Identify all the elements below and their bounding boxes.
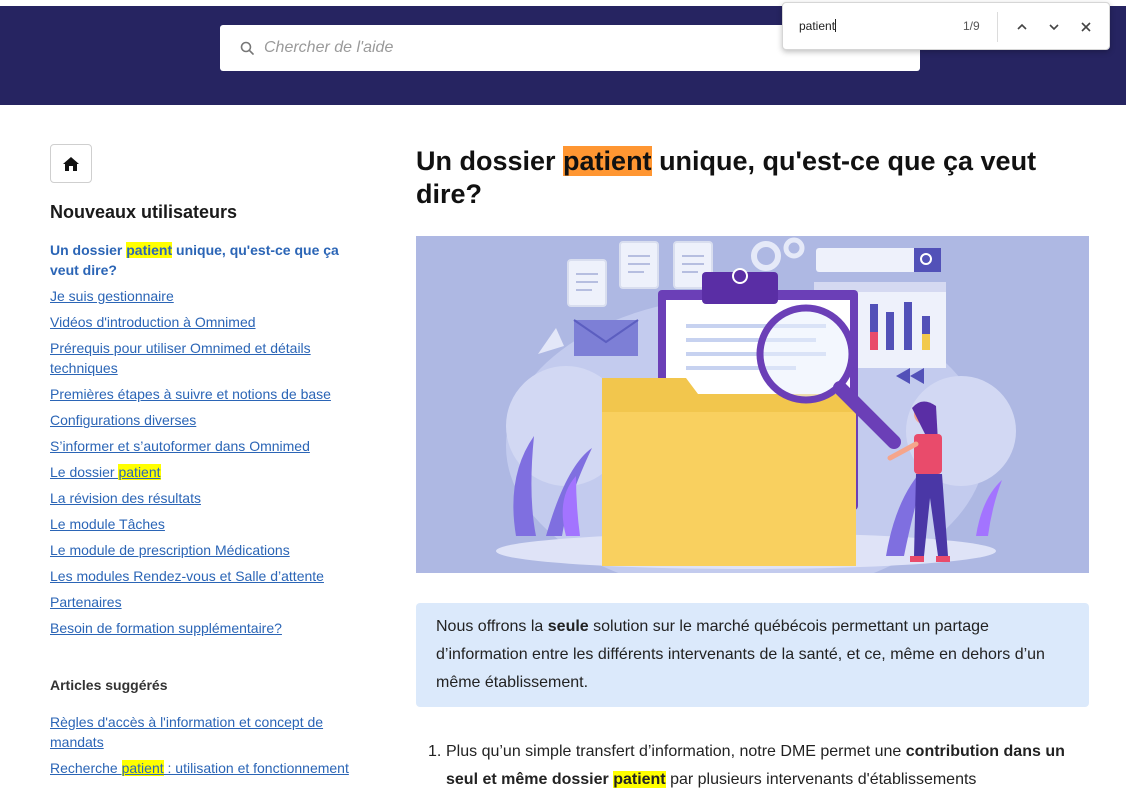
- sidebar-item-sinformer[interactable]: S’informer et s’autoformer dans Omnimed: [50, 436, 360, 456]
- sidebar-section-title: Nouveaux utilisateurs: [50, 202, 238, 222]
- suggested-articles-list: Règles d'accès à l'information et concep…: [50, 712, 360, 784]
- chevron-down-icon: [1049, 24, 1059, 31]
- step-number: 1.: [428, 743, 442, 760]
- search-highlight: patient: [126, 242, 173, 258]
- sidebar-link[interactable]: Le dossier patient: [50, 464, 161, 480]
- sidebar-item-partenaires[interactable]: Partenaires: [50, 592, 360, 612]
- sidebar-link[interactable]: Vidéos d'introduction à Omnimed: [50, 314, 256, 330]
- suggested-articles-title: Articles suggérés: [50, 677, 168, 693]
- sidebar-link[interactable]: La révision des résultats: [50, 490, 201, 506]
- search-highlight: patient: [118, 464, 161, 480]
- sidebar-item-dossier-patient[interactable]: Le dossier patient: [50, 462, 360, 482]
- find-separator: [997, 12, 998, 42]
- sidebar-item-premieres-etapes[interactable]: Premières étapes à suivre et notions de …: [50, 384, 360, 404]
- home-button[interactable]: [50, 144, 92, 183]
- sidebar-link[interactable]: Je suis gestionnaire: [50, 288, 174, 304]
- info-callout: Nous offrons la seule solution sur le ma…: [416, 603, 1089, 707]
- find-input[interactable]: patient: [799, 19, 837, 33]
- sidebar-link[interactable]: S’informer et s’autoformer dans Omnimed: [50, 438, 310, 454]
- sidebar-link[interactable]: Premières étapes à suivre et notions de …: [50, 386, 331, 402]
- suggested-link[interactable]: Recherche patient : utilisation et fonct…: [50, 760, 349, 776]
- sidebar-link[interactable]: Configurations diverses: [50, 412, 196, 428]
- search-icon: [240, 41, 254, 55]
- search-highlight: patient: [613, 771, 666, 788]
- step-text: Plus qu’un simple transfert d’informatio…: [446, 743, 1065, 788]
- find-match-count: 1/9: [963, 19, 980, 33]
- sidebar-link[interactable]: Prérequis pour utiliser Omnimed et détai…: [50, 340, 311, 376]
- find-in-page-bar: patient 1/9: [782, 2, 1110, 50]
- chevron-up-icon: [1017, 23, 1027, 30]
- sidebar-item-configurations[interactable]: Configurations diverses: [50, 410, 360, 430]
- sidebar-link[interactable]: Un dossier patient unique, qu'est-ce que…: [50, 242, 339, 278]
- article-hero-illustration: [416, 236, 1089, 573]
- suggested-item-regles-acces[interactable]: Règles d'accès à l'information et concep…: [50, 712, 360, 752]
- sidebar-item-taches[interactable]: Le module Tâches: [50, 514, 360, 534]
- article-title: Un dossier patient unique, qu'est-ce que…: [416, 146, 1037, 209]
- sidebar-item-prerequis[interactable]: Prérequis pour utiliser Omnimed et détai…: [50, 338, 360, 378]
- suggested-item-recherche-patient[interactable]: Recherche patient : utilisation et fonct…: [50, 758, 360, 778]
- find-previous-button[interactable]: [1011, 16, 1033, 38]
- sidebar-item-rendez-vous[interactable]: Les modules Rendez-vous et Salle d’atten…: [50, 566, 360, 586]
- find-next-button[interactable]: [1043, 16, 1065, 38]
- suggested-link[interactable]: Règles d'accès à l'information et concep…: [50, 714, 323, 750]
- home-icon: [63, 156, 79, 171]
- sidebar-nav: Un dossier patient unique, qu'est-ce que…: [50, 240, 360, 644]
- sidebar-item-gestionnaire[interactable]: Je suis gestionnaire: [50, 286, 360, 306]
- close-icon: [1081, 22, 1091, 32]
- search-highlight: patient: [121, 760, 164, 776]
- find-close-button[interactable]: [1075, 16, 1097, 38]
- sidebar-item-revision-resultats[interactable]: La révision des résultats: [50, 488, 360, 508]
- folder-search-illustration: [416, 236, 1089, 573]
- sidebar-link[interactable]: Le module de prescription Médications: [50, 542, 290, 558]
- sidebar-item-videos[interactable]: Vidéos d'introduction à Omnimed: [50, 312, 360, 332]
- sidebar-link[interactable]: Les modules Rendez-vous et Salle d’atten…: [50, 568, 324, 584]
- current-search-highlight: patient: [563, 146, 652, 176]
- sidebar-item-medications[interactable]: Le module de prescription Médications: [50, 540, 360, 560]
- sidebar-link[interactable]: Le module Tâches: [50, 516, 165, 532]
- sidebar-link[interactable]: Partenaires: [50, 594, 122, 610]
- sidebar-link[interactable]: Besoin de formation supplémentaire?: [50, 620, 282, 636]
- sidebar-item-formation[interactable]: Besoin de formation supplémentaire?: [50, 618, 360, 638]
- search-placeholder: Chercher de l'aide: [264, 39, 394, 56]
- sidebar-item-dossier-unique[interactable]: Un dossier patient unique, qu'est-ce que…: [50, 240, 360, 280]
